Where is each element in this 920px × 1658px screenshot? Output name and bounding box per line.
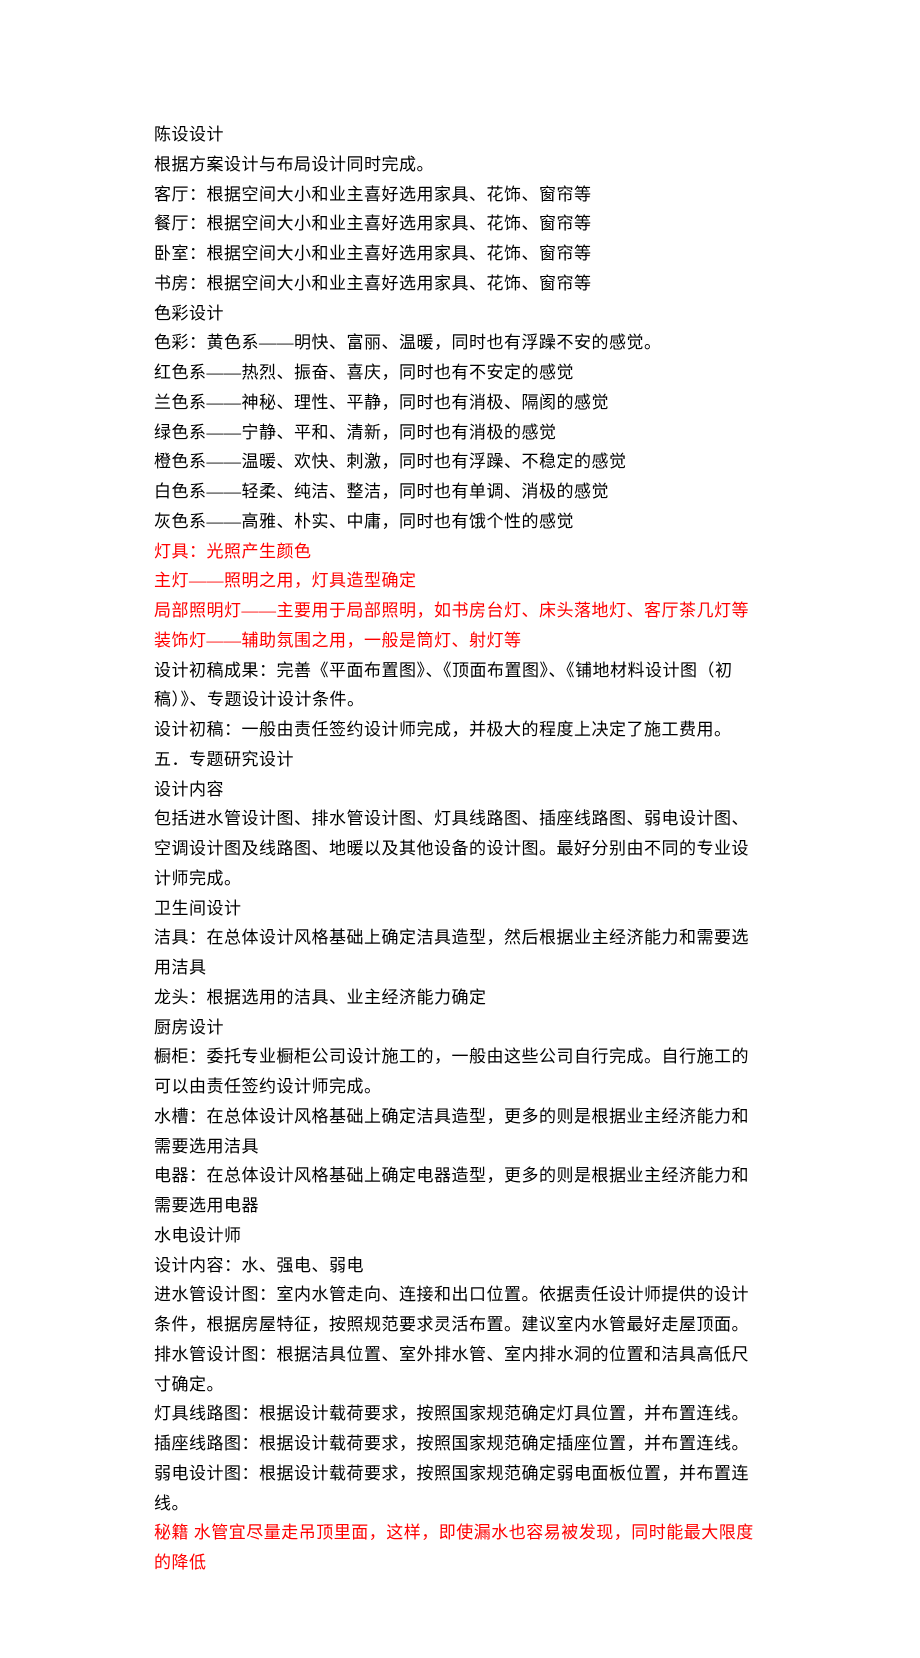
text-line: 色彩设计 — [154, 299, 766, 329]
text-line: 绿色系——宁静、平和、清新，同时也有消极的感觉 — [154, 418, 766, 448]
text-line: 灰色系——高雅、朴实、中庸，同时也有饿个性的感觉 — [154, 507, 766, 537]
text-line: 设计内容 — [154, 775, 766, 805]
text-line: 装饰灯——辅助氛围之用，一般是筒灯、射灯等 — [154, 626, 766, 656]
text-line: 秘籍 水管宜尽量走吊顶里面，这样，即使漏水也容易被发现，同时能最大限度的降低 — [154, 1518, 766, 1578]
text-line: 兰色系——神秘、理性、平静，同时也有消极、隔阂的感觉 — [154, 388, 766, 418]
text-line: 餐厅：根据空间大小和业主喜好选用家具、花饰、窗帘等 — [154, 209, 766, 239]
text-line: 卫生间设计 — [154, 894, 766, 924]
text-line: 设计内容：水、强电、弱电 — [154, 1251, 766, 1281]
text-line: 五．专题研究设计 — [154, 745, 766, 775]
text-line: 卧室：根据空间大小和业主喜好选用家具、花饰、窗帘等 — [154, 239, 766, 269]
text-line: 色彩：黄色系——明快、富丽、温暖，同时也有浮躁不安的感觉。 — [154, 328, 766, 358]
text-line: 水电设计师 — [154, 1221, 766, 1251]
text-line: 厨房设计 — [154, 1013, 766, 1043]
text-line: 根据方案设计与布局设计同时完成。 — [154, 150, 766, 180]
text-line: 书房：根据空间大小和业主喜好选用家具、花饰、窗帘等 — [154, 269, 766, 299]
text-line: 插座线路图：根据设计载荷要求，按照国家规范确定插座位置，并布置连线。 — [154, 1429, 766, 1459]
text-line: 进水管设计图：室内水管走向、连接和出口位置。依据责任设计师提供的设计条件，根据房… — [154, 1280, 766, 1340]
text-line: 弱电设计图：根据设计载荷要求，按照国家规范确定弱电面板位置，并布置连线。 — [154, 1459, 766, 1519]
text-line: 陈设设计 — [154, 120, 766, 150]
text-line: 龙头：根据选用的洁具、业主经济能力确定 — [154, 983, 766, 1013]
text-line: 橱柜：委托专业橱柜公司设计施工的，一般由这些公司自行完成。自行施工的可以由责任签… — [154, 1042, 766, 1102]
text-line: 客厅：根据空间大小和业主喜好选用家具、花饰、窗帘等 — [154, 180, 766, 210]
text-line: 排水管设计图：根据洁具位置、室外排水管、室内排水洞的位置和洁具高低尺寸确定。 — [154, 1340, 766, 1400]
text-line: 红色系——热烈、振奋、喜庆，同时也有不安定的感觉 — [154, 358, 766, 388]
text-line: 灯具线路图：根据设计载荷要求，按照国家规范确定灯具位置，并布置连线。 — [154, 1399, 766, 1429]
text-line: 电器：在总体设计风格基础上确定电器造型，更多的则是根据业主经济能力和需要选用电器 — [154, 1161, 766, 1221]
text-line: 设计初稿：一般由责任签约设计师完成，并极大的程度上决定了施工费用。 — [154, 715, 766, 745]
text-line: 水槽：在总体设计风格基础上确定洁具造型，更多的则是根据业主经济能力和需要选用洁具 — [154, 1102, 766, 1162]
text-line: 设计初稿成果：完善《平面布置图》、《顶面布置图》、《铺地材料设计图（初稿）》、专… — [154, 656, 766, 716]
text-line: 灯具：光照产生颜色 — [154, 537, 766, 567]
document-body: 陈设设计根据方案设计与布局设计同时完成。客厅：根据空间大小和业主喜好选用家具、花… — [154, 120, 766, 1578]
text-line: 橙色系——温暖、欢快、刺激，同时也有浮躁、不稳定的感觉 — [154, 447, 766, 477]
text-line: 包括进水管设计图、排水管设计图、灯具线路图、插座线路图、弱电设计图、空调设计图及… — [154, 804, 766, 893]
text-line: 主灯——照明之用，灯具造型确定 — [154, 566, 766, 596]
text-line: 白色系——轻柔、纯洁、整洁，同时也有单调、消极的感觉 — [154, 477, 766, 507]
text-line: 局部照明灯——主要用于局部照明，如书房台灯、床头落地灯、客厅茶几灯等 — [154, 596, 766, 626]
text-line: 洁具：在总体设计风格基础上确定洁具造型，然后根据业主经济能力和需要选用洁具 — [154, 923, 766, 983]
